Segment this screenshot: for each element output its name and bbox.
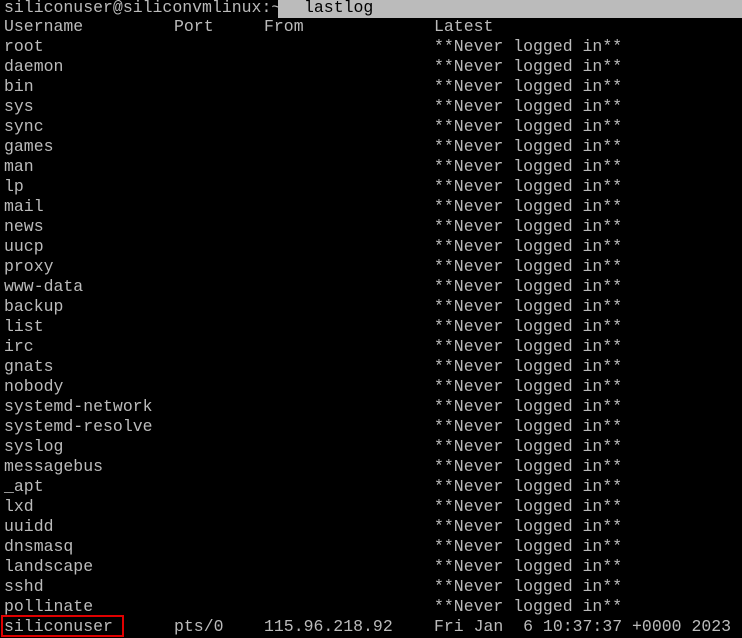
- table-row: systemd-resolve **Never logged in**: [4, 417, 742, 437]
- row-username: www-data: [4, 277, 84, 296]
- row-latest: **Never logged in**: [434, 57, 623, 76]
- row-username: backup: [4, 297, 64, 316]
- table-row: sync **Never logged in**: [4, 117, 742, 137]
- row-username: sshd: [4, 577, 44, 596]
- row-latest: **Never logged in**: [434, 297, 623, 316]
- row-username: sys: [4, 97, 34, 116]
- header-port: Port: [174, 17, 214, 36]
- row-latest: **Never logged in**: [434, 137, 623, 156]
- row-port: pts/0: [174, 617, 224, 636]
- row-username: news: [4, 217, 44, 236]
- table-row: sys **Never logged in**: [4, 97, 742, 117]
- table-row: siliconuser pts/0 115.96.218.92 Fri Jan 6 1…: [1, 615, 742, 637]
- table-row: root **Never logged in**: [4, 37, 742, 57]
- row-username: mail: [4, 197, 44, 216]
- shell-prompt: siliconuser@siliconvmlinux:~$: [4, 0, 302, 17]
- table-row: lxd **Never logged in**: [4, 497, 742, 517]
- row-latest: **Never logged in**: [434, 577, 623, 596]
- row-latest: **Never logged in**: [434, 597, 623, 616]
- row-latest: **Never logged in**: [434, 437, 623, 456]
- row-latest: **Never logged in**: [434, 457, 623, 476]
- row-username: bin: [4, 77, 34, 96]
- row-latest: **Never logged in**: [434, 537, 623, 556]
- row-username: uuidd: [4, 517, 54, 536]
- row-latest: **Never logged in**: [434, 357, 623, 376]
- row-username: landscape: [4, 557, 94, 576]
- row-latest: **Never logged in**: [434, 257, 623, 276]
- row-username: messagebus: [4, 457, 104, 476]
- row-latest: **Never logged in**: [434, 377, 623, 396]
- table-row: gnats **Never logged in**: [4, 357, 742, 377]
- row-username: man: [4, 157, 34, 176]
- table-row: landscape **Never logged in**: [4, 557, 742, 577]
- row-latest: **Never logged in**: [434, 177, 623, 196]
- row-username: uucp: [4, 237, 44, 256]
- row-username: list: [4, 317, 44, 336]
- row-username: siliconuser: [4, 617, 113, 636]
- header-row: Username Port From Latest: [4, 17, 742, 37]
- header-latest: Latest: [434, 17, 494, 36]
- table-row: pollinate **Never logged in**: [4, 597, 742, 617]
- row-username: nobody: [4, 377, 64, 396]
- row-username: games: [4, 137, 54, 156]
- table-row: nobody **Never logged in**: [4, 377, 742, 397]
- row-latest: **Never logged in**: [434, 497, 623, 516]
- table-row: systemd-network **Never logged in**: [4, 397, 742, 417]
- table-row: _apt **Never logged in**: [4, 477, 742, 497]
- table-row: news **Never logged in**: [4, 217, 742, 237]
- row-latest: **Never logged in**: [434, 337, 623, 356]
- table-row: uucp **Never logged in**: [4, 237, 742, 257]
- row-username: lp: [4, 177, 24, 196]
- table-row: bin **Never logged in**: [4, 77, 742, 97]
- row-username: _apt: [4, 477, 44, 496]
- row-latest: Fri Jan 6 10:37:37 +0000 2023: [434, 617, 732, 636]
- row-latest: **Never logged in**: [434, 37, 623, 56]
- table-row: man **Never logged in**: [4, 157, 742, 177]
- table-row: irc **Never logged in**: [4, 337, 742, 357]
- row-latest: **Never logged in**: [434, 77, 623, 96]
- row-latest: **Never logged in**: [434, 517, 623, 536]
- row-latest: **Never logged in**: [434, 197, 623, 216]
- row-latest: **Never logged in**: [434, 477, 623, 496]
- header-from: From: [264, 17, 304, 36]
- row-latest: **Never logged in**: [434, 417, 623, 436]
- row-latest: **Never logged in**: [434, 217, 623, 236]
- row-username: syslog: [4, 437, 64, 456]
- row-latest: **Never logged in**: [434, 157, 623, 176]
- row-username: systemd-resolve: [4, 417, 153, 436]
- row-username: dnsmasq: [4, 537, 74, 556]
- table-row: backup **Never logged in**: [4, 297, 742, 317]
- row-latest: **Never logged in**: [434, 237, 623, 256]
- table-row: dnsmasq **Never logged in**: [4, 537, 742, 557]
- row-username: daemon: [4, 57, 64, 76]
- table-row: sshd **Never logged in**: [4, 577, 742, 597]
- row-latest: **Never logged in**: [434, 397, 623, 416]
- row-username: lxd: [4, 497, 34, 516]
- table-row: lp **Never logged in**: [4, 177, 742, 197]
- row-latest: **Never logged in**: [434, 277, 623, 296]
- row-username: gnats: [4, 357, 54, 376]
- table-row: mail **Never logged in**: [4, 197, 742, 217]
- table-row: proxy **Never logged in**: [4, 257, 742, 277]
- row-latest: **Never logged in**: [434, 117, 623, 136]
- row-latest: **Never logged in**: [434, 557, 623, 576]
- row-username: systemd-network: [4, 397, 153, 416]
- row-username: irc: [4, 337, 34, 356]
- row-username: root: [4, 37, 44, 56]
- row-username: sync: [4, 117, 44, 136]
- row-username: pollinate: [4, 597, 94, 616]
- table-row: uuidd **Never logged in**: [4, 517, 742, 537]
- row-from: 115.96.218.92: [264, 617, 393, 636]
- table-row: messagebus **Never logged in**: [4, 457, 742, 477]
- row-latest: **Never logged in**: [434, 97, 623, 116]
- table-row: www-data **Never logged in**: [4, 277, 742, 297]
- table-row: games **Never logged in**: [4, 137, 742, 157]
- command-text: lastlog: [304, 0, 374, 17]
- table-row: syslog **Never logged in**: [4, 437, 742, 457]
- header-username: Username: [4, 17, 84, 36]
- row-latest: **Never logged in**: [434, 317, 623, 336]
- table-row: daemon **Never logged in**: [4, 57, 742, 77]
- row-username: proxy: [4, 257, 54, 276]
- table-row: list **Never logged in**: [4, 317, 742, 337]
